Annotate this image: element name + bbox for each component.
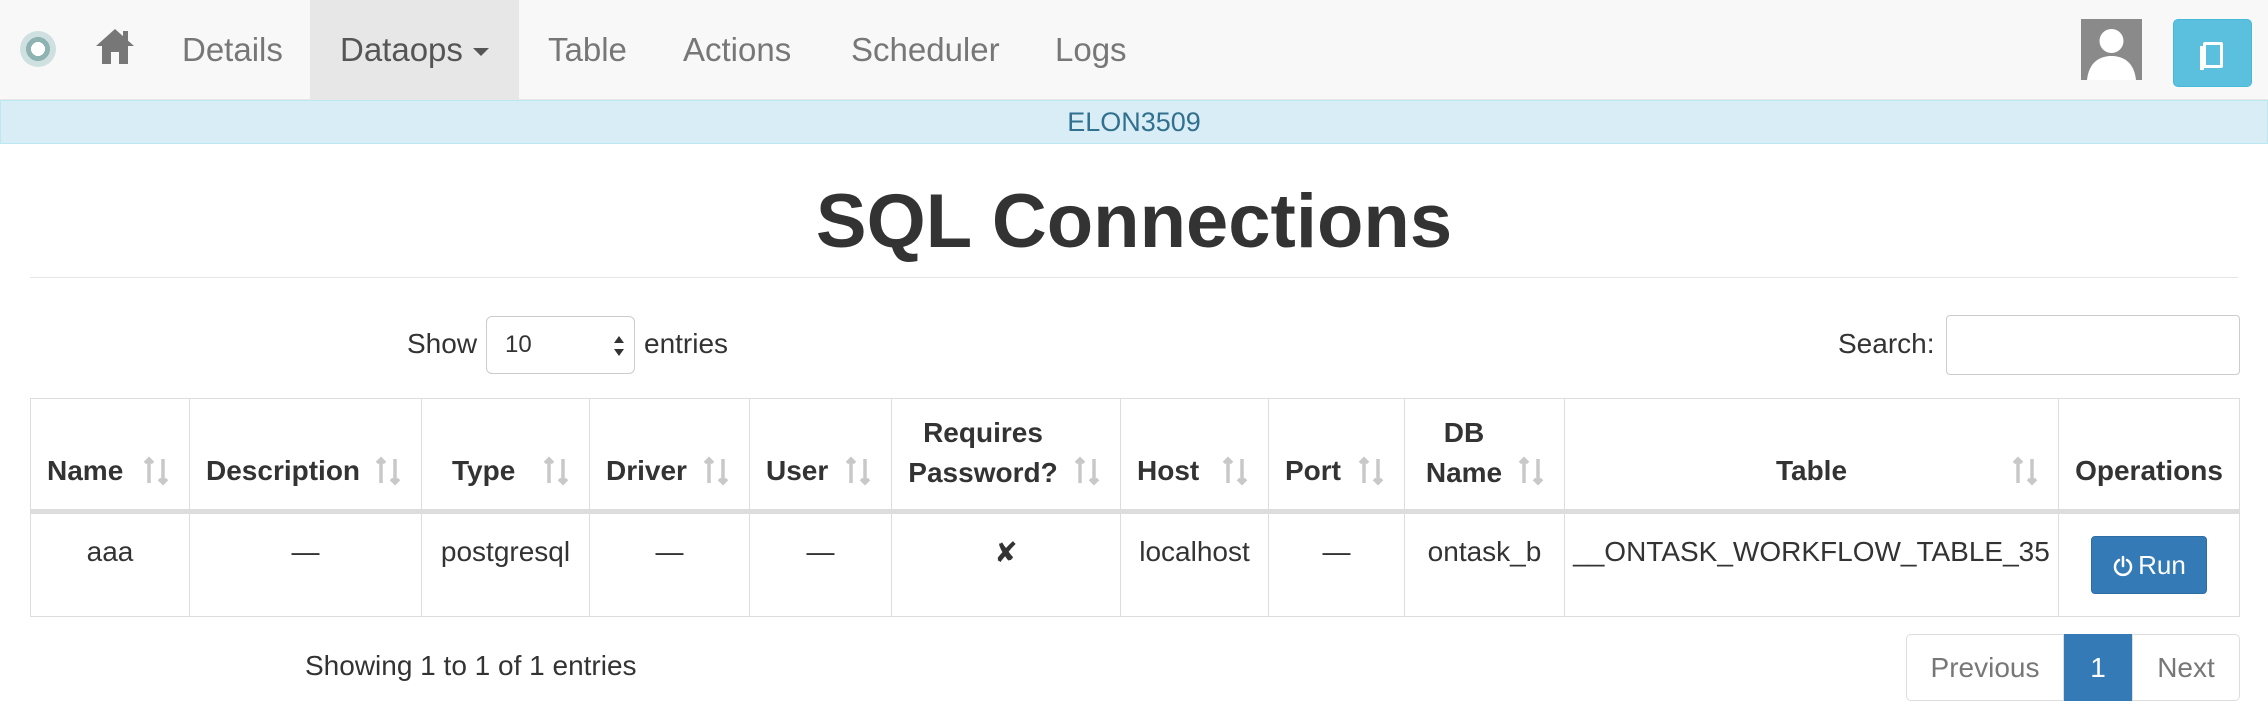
power-icon [2113,555,2133,577]
column-header-db-name[interactable]: DB Name [1405,399,1565,514]
column-header-table[interactable]: Table [1565,399,2059,514]
column-header-label: Table [1775,455,1848,486]
column-header-name[interactable]: Name [31,399,190,514]
column-header-label: Port [1285,455,1341,486]
cell-operations: Run [2059,514,2239,616]
sort-arrows-icon [1518,456,1544,486]
page-title: SQL Connections [815,179,1453,264]
nav-scheduler[interactable]: Scheduler [851,0,1000,100]
column-header-label: Operations [2075,455,2223,486]
sort-arrows-icon [1074,456,1100,486]
entries-length-value: 10 [505,331,532,358]
pagination-next[interactable]: Next [2132,634,2240,701]
pagination-previous[interactable]: Previous [1906,634,2064,701]
search-input[interactable] [1946,315,2240,375]
column-header-host[interactable]: Host [1121,399,1269,514]
sort-arrows-icon [845,456,871,486]
cell-name: aaa [31,514,190,616]
sort-arrows-icon [1358,456,1384,486]
sort-arrows-icon [703,456,729,486]
column-header-label: Requires Password? [908,417,1058,488]
ontask-logo-icon[interactable] [20,31,56,67]
entries-length-select[interactable]: 10 [486,316,635,374]
column-header-description[interactable]: Description [190,399,422,514]
column-header-label: Host [1137,455,1200,486]
documentation-button[interactable] [2173,19,2252,87]
cell-host: localhost [1121,514,1269,616]
table-info: Showing 1 to 1 of 1 entries [305,650,637,681]
nav-dataops-label: Dataops [340,31,463,68]
column-header-label: DB Name [1425,417,1503,488]
show-label: Show [407,328,478,359]
title-divider [30,277,2238,278]
entries-label: entries [644,328,729,359]
top-navbar: Details Dataops Table Actions Scheduler … [0,0,2268,100]
nav-table[interactable]: Table [548,0,627,100]
cell-db-name: ontask_b [1405,514,1565,616]
column-header-label: User [766,455,829,486]
sort-arrows-icon [375,456,401,486]
column-header-type[interactable]: Type [422,399,590,514]
nav-actions[interactable]: Actions [683,0,791,100]
column-header-label: Name [47,455,124,486]
cell-requires-password: ✘ [892,514,1121,616]
select-arrows-icon [614,336,624,356]
cell-type: postgresql [422,514,590,616]
home-icon[interactable] [93,24,137,68]
nav-dataops-dropdown[interactable]: Dataops [310,0,519,100]
sort-arrows-icon [2012,456,2038,486]
column-header-label: Description [206,455,361,486]
sort-arrows-icon [143,456,169,486]
sort-arrows-icon [543,456,569,486]
column-header-label: Driver [606,455,687,486]
column-header-user[interactable]: User [750,399,892,514]
column-header-operations: Operations [2059,399,2239,514]
nav-details[interactable]: Details [182,0,283,100]
column-header-label: Type [452,455,516,486]
cell-description: — [190,514,422,616]
cell-table: __ONTASK_WORKFLOW_TABLE_35 [1565,514,2059,616]
column-header-driver[interactable]: Driver [590,399,750,514]
user-avatar-icon[interactable] [2081,19,2142,80]
column-header-port[interactable]: Port [1269,399,1405,514]
pagination-page-1[interactable]: 1 [2064,634,2132,701]
nav-logs[interactable]: Logs [1055,0,1127,100]
chevron-down-icon [472,48,489,57]
sort-arrows-icon [1222,456,1248,486]
search-label: Search: [1838,328,1935,359]
sql-connections-table: Name Description Type Driver User Requir… [30,398,2240,617]
cell-user: — [750,514,892,616]
run-button-label: Run [2138,550,2186,580]
column-header-requires-password[interactable]: Requires Password? [892,399,1121,514]
cell-port: — [1269,514,1405,616]
run-button[interactable]: Run [2091,536,2207,594]
book-icon [2200,42,2223,70]
workflow-name-banner[interactable]: ELON3509 [0,100,2268,144]
cell-driver: — [590,514,750,616]
